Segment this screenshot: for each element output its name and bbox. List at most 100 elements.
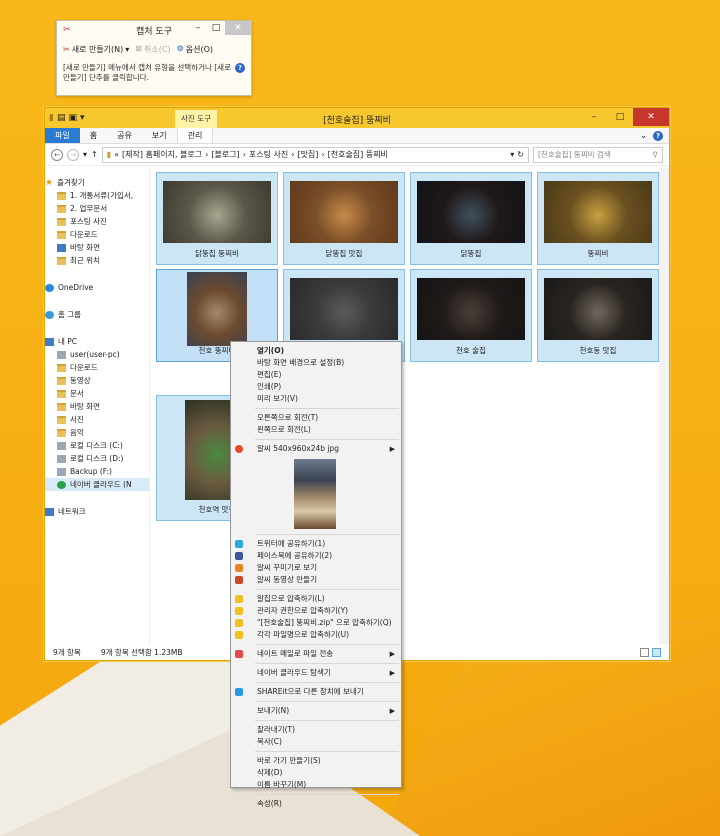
tab-share[interactable]: 공유 [107,128,142,143]
chevron-down-icon[interactable]: ▾ [125,45,129,54]
file-tile[interactable]: 천호동 맛집 [537,269,659,362]
menu-item-set-background[interactable]: 바탕 화면 배경으로 설정(B) [231,357,401,369]
homegroup-icon [45,310,54,319]
menu-item-print[interactable]: 인쇄(P) [231,381,401,393]
nav-label: 음악 [70,428,84,437]
menu-item-alzip-each[interactable]: 각각 파일명으로 압축하기(U) [231,629,401,641]
recent-locations-icon[interactable]: ▾ [83,150,87,159]
menu-item-rotate-left[interactable]: 왼쪽으로 회전(L) [231,424,401,436]
menu-item-rotate-right[interactable]: 오른쪽으로 회전(T) [231,412,401,424]
options-label: 옵션(O) [185,44,213,54]
nav-item[interactable]: 최근 위치 [45,254,149,267]
minimize-button[interactable]: – [581,108,607,126]
file-tile[interactable]: 닭뚱집 맛집 [283,172,405,265]
menu-item-alzip[interactable]: 알집으로 압축하기(L) [231,593,401,605]
nav-item[interactable]: 네이버 클라우드 (N [45,478,149,491]
nav-homegroup[interactable]: 홈 그룹 [45,308,149,321]
tab-manage[interactable]: 관리 [176,128,214,143]
maximize-button[interactable]: □ [207,21,225,35]
nav-item[interactable]: 포스팅 사진 [45,215,149,228]
file-tile[interactable]: 닭뚱집 [410,172,532,265]
menu-item-nate-mail[interactable]: 네이트 메일로 파일 전송 ▶ [231,648,401,660]
menu-item-alzip-named[interactable]: "[천호술집] 뚱찌비.zip" 으로 압축하기(Q) [231,617,401,629]
breadcrumb-item[interactable]: [블로그] [211,149,239,160]
refresh-icon[interactable]: ↻ [517,150,524,159]
breadcrumb-item[interactable]: 포스팅 사진 [249,149,288,160]
up-arrow-icon[interactable]: ↑ [91,150,98,159]
menu-item-share-facebook[interactable]: 페이스북에 공유하기(2) [231,550,401,562]
breadcrumb-separator-icon[interactable]: › [291,150,294,159]
breadcrumb-item[interactable]: [천호술집] 뚱찌비 [328,149,388,160]
forward-button[interactable]: → [67,148,79,161]
nav-item[interactable]: 다운로드 [45,361,149,374]
nav-item[interactable]: 문서 [45,387,149,400]
nav-favorites[interactable]: ★ 즐겨찾기 [45,176,149,189]
menu-item-cut[interactable]: 잘라내기(T) [231,724,401,736]
breadcrumb-separator-icon[interactable]: › [205,150,208,159]
nav-this-pc[interactable]: 내 PC [45,335,149,348]
file-tile[interactable]: 닭뚱집 뚱찌비 [156,172,278,265]
menu-item-edit[interactable]: 편집(E) [231,369,401,381]
nav-item[interactable]: 바탕 화면 [45,400,149,413]
nav-item[interactable]: 로컬 디스크 (C:) [45,439,149,452]
menu-item-alsee-decorate[interactable]: 알씨 꾸미기로 보기 [231,562,401,574]
nav-item[interactable]: 2. 업무문서 [45,202,149,215]
search-input[interactable]: [천호술집] 뚱찌비 검색 ⚲ [533,146,663,163]
new-snip-button[interactable]: ✂ 새로 만들기(N) ▾ [63,44,129,55]
vertical-scrollbar[interactable] [659,168,669,644]
tab-home[interactable]: 홈 [80,128,107,143]
menu-item-delete[interactable]: 삭제(D) [231,767,401,779]
menu-item-naver-cloud[interactable]: 네이버 클라우드 탐색기 ▶ [231,667,401,679]
close-button[interactable]: ✕ [633,108,669,126]
tab-view[interactable]: 보기 [142,128,177,143]
nav-item[interactable]: Backup (F:) [45,465,149,478]
menu-item-alsee[interactable]: 알씨 540x960x24b jpg ▶ [231,443,401,455]
nav-item[interactable]: 바탕 화면 [45,241,149,254]
nav-label: 다운로드 [70,363,98,372]
menu-item-create-shortcut[interactable]: 바로 가기 만들기(S) [231,755,401,767]
breadcrumb-item[interactable]: [맛집] [297,149,318,160]
breadcrumb-separator-icon[interactable]: › [243,150,246,159]
menu-item-properties[interactable]: 속성(R) [231,798,401,810]
nav-item[interactable]: 로컬 디스크 (D:) [45,452,149,465]
close-button[interactable]: ✕ [225,21,251,35]
cancel-button[interactable]: ⊠ 취소(C) [135,44,170,55]
nav-item[interactable]: 1. 개통서류(가입서, [45,189,149,202]
tab-file[interactable]: 파일 [45,128,80,143]
menu-label: 페이스북에 공유하기(2) [257,551,333,560]
minimize-button[interactable]: – [189,21,207,35]
file-tile[interactable]: 천호 술집 [410,269,532,362]
menu-item-preview[interactable]: 미리 보기(V) [231,393,401,405]
menu-item-alsee-video[interactable]: 알씨 동영상 만들기 [231,574,401,586]
nav-item[interactable]: 동영상 [45,374,149,387]
details-view-icon[interactable] [640,647,649,657]
menu-item-send-to[interactable]: 보내기(N) ▶ [231,705,401,717]
thumbnail [417,181,525,243]
nav-item[interactable]: 사진 [45,413,149,426]
large-icons-view-icon[interactable] [652,647,661,657]
breadcrumb-overflow[interactable]: « [114,150,119,159]
file-tile[interactable]: 뚱찌비 [537,172,659,265]
menu-item-share-twitter[interactable]: 트위터에 공유하기(1) [231,538,401,550]
chevron-down-icon[interactable]: ⌄ [640,131,647,141]
back-button[interactable]: ← [51,148,63,161]
menu-item-open[interactable]: 열기(O) [231,345,401,357]
file-list-area[interactable]: 닭뚱집 뚱찌비 닭뚱집 맛집 닭뚱집 뚱찌비 천호 뚱찌비 천호 술집 천호동 … [149,168,669,644]
breadcrumb-item[interactable]: [제작] 홈페이지, 블로그 [122,149,202,160]
path-dropdown-icon[interactable]: ▾ [510,150,514,159]
menu-item-shareit[interactable]: SHAREit으로 다른 장치에 보내기 [231,686,401,698]
path-input[interactable]: ▮ « [제작] 홈페이지, 블로그 › [블로그] › 포스팅 사진 › [맛… [101,146,529,163]
options-button[interactable]: ⚙ 옵션(O) [177,44,213,55]
breadcrumb-separator-icon[interactable]: › [321,150,324,159]
nav-item[interactable]: 다운로드 [45,228,149,241]
nav-item[interactable]: 음악 [45,426,149,439]
menu-item-copy[interactable]: 복사(C) [231,736,401,748]
help-icon[interactable]: ? [653,131,663,141]
help-icon[interactable]: ? [235,63,245,73]
nav-network[interactable]: 네트워크 [45,505,149,518]
maximize-button[interactable]: □ [607,108,633,126]
menu-item-alzip-admin[interactable]: 관리자 권한으로 압축하기(Y) [231,605,401,617]
nav-item[interactable]: user(user-pc) [45,348,149,361]
menu-item-rename[interactable]: 이름 바꾸기(M) [231,779,401,791]
nav-onedrive[interactable]: OneDrive [45,281,149,294]
